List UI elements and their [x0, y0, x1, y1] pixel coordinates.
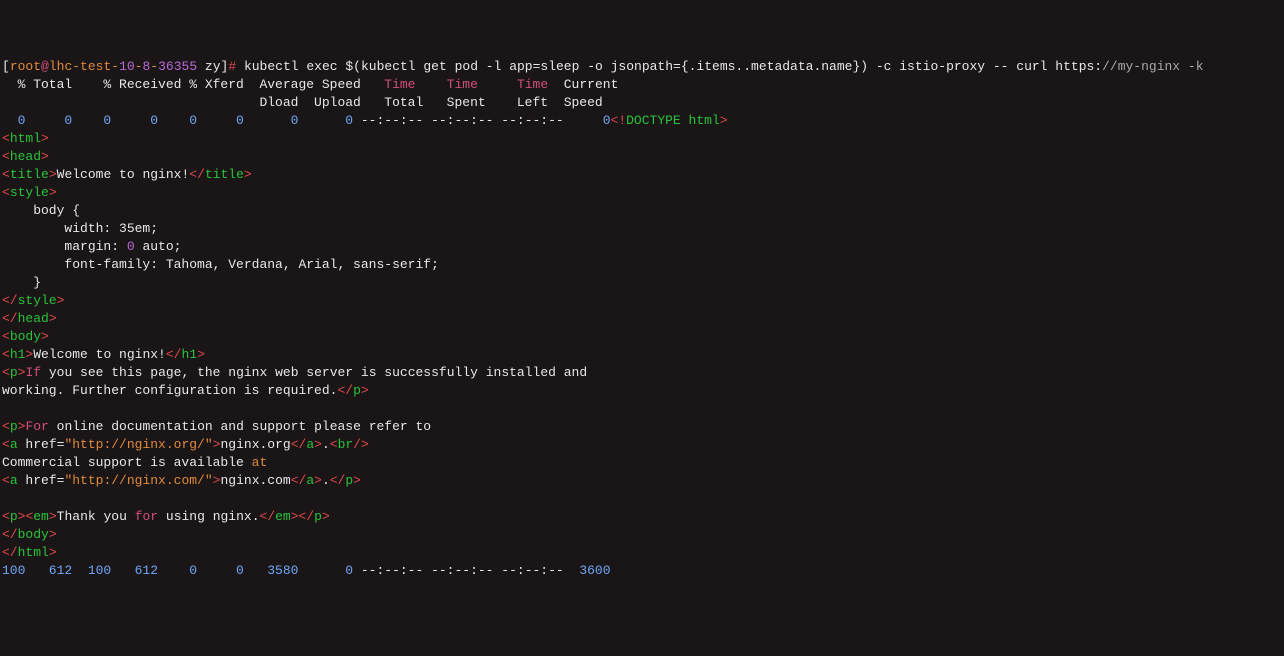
curl-header-1: % Total % Received % Xferd Average Speed…	[2, 77, 618, 92]
curl-progress-row-initial: 0 0 0 0 0 0 0 0 --:--:-- --:--:-- --:--:…	[2, 113, 728, 128]
tag-head-close: </head>	[2, 311, 57, 326]
tag-p1-line2: working. Further configuration is requir…	[2, 383, 369, 398]
commercial-support: Commercial support is available at	[2, 455, 267, 470]
tag-body-close: </body>	[2, 527, 57, 542]
curl-header-2: Dload Upload Total Spent Left Speed	[2, 95, 603, 110]
tag-title: <title>Welcome to nginx!</title>	[2, 167, 252, 182]
style-line: width: 35em;	[2, 221, 158, 236]
tag-p2: <p>For online documentation and support …	[2, 419, 431, 434]
style-line: body {	[2, 203, 80, 218]
tag-a1: <a href="http://nginx.org/">nginx.org</a…	[2, 437, 369, 452]
tag-p3: <p><em>Thank you for using nginx.</em></…	[2, 509, 330, 524]
tag-h1: <h1>Welcome to nginx!</h1>	[2, 347, 205, 362]
shell-prompt: [root@lhc-test-10-8-36355 zy]#	[2, 59, 244, 74]
tag-head-open: <head>	[2, 149, 49, 164]
tag-p1: <p>If you see this page, the nginx web s…	[2, 365, 587, 380]
tag-a2: <a href="http://nginx.com/">nginx.com</a…	[2, 473, 361, 488]
style-line: margin: 0 auto;	[2, 239, 181, 254]
style-line: }	[2, 275, 41, 290]
tag-html-open: <html>	[2, 131, 49, 146]
tag-html-close: </html>	[2, 545, 57, 560]
curl-progress-row-final: 100 612 100 612 0 0 3580 0 --:--:-- --:-…	[2, 563, 611, 578]
terminal-output: [root@lhc-test-10-8-36355 zy]# kubectl e…	[0, 54, 1284, 584]
tag-body-open: <body>	[2, 329, 49, 344]
style-line: font-family: Tahoma, Verdana, Arial, san…	[2, 257, 439, 272]
tag-style-close: </style>	[2, 293, 64, 308]
command-line: kubectl exec $(kubectl get pod -l app=sl…	[244, 59, 1204, 74]
tag-style-open: <style>	[2, 185, 57, 200]
